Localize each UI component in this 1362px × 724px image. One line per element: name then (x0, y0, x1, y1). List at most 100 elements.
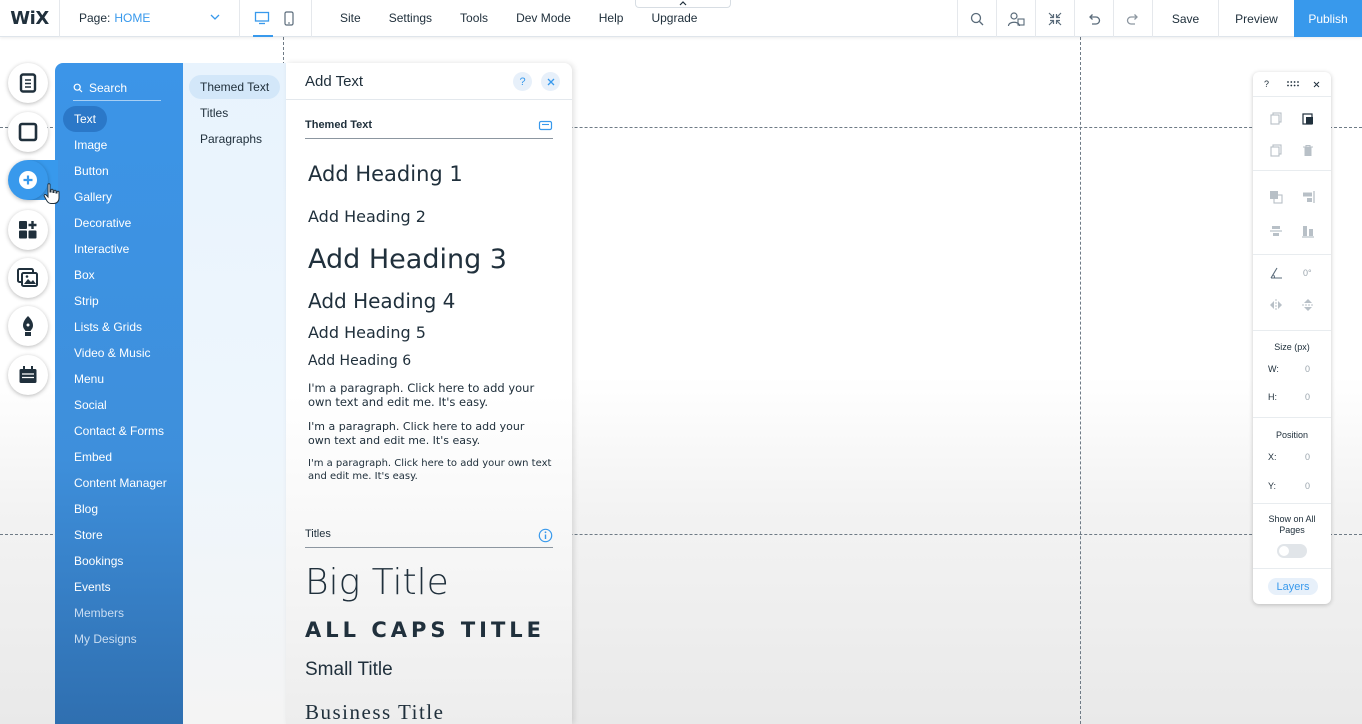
category-contact-forms[interactable]: Contact & Forms (63, 418, 178, 444)
menu-tools[interactable]: Tools (446, 0, 502, 37)
redo-icon[interactable] (1113, 0, 1152, 37)
category-embed[interactable]: Embed (63, 444, 178, 470)
theme-settings-icon[interactable] (538, 118, 553, 133)
media-button[interactable] (8, 258, 48, 298)
category-box[interactable]: Box (63, 262, 178, 288)
wix-logo[interactable]: WiX (0, 0, 60, 37)
small-title-preset[interactable]: Small Title (305, 659, 393, 681)
category-text[interactable]: Text (63, 106, 108, 132)
collaborators-icon[interactable] (996, 0, 1035, 37)
heading-4-preset[interactable]: Add Heading 4 (308, 289, 455, 313)
layers-button[interactable]: Layers (1268, 578, 1318, 595)
desktop-icon[interactable] (253, 9, 271, 27)
subcategory-themed-text[interactable]: Themed Text (189, 75, 281, 99)
apps-button[interactable] (8, 210, 48, 250)
pages-button[interactable] (8, 63, 48, 103)
rotation-value[interactable]: 0° (1303, 268, 1312, 278)
themed-text-label: Themed Text (305, 119, 373, 131)
arrange-icon[interactable] (1268, 189, 1284, 205)
save-button[interactable]: Save (1152, 0, 1218, 37)
preview-button[interactable]: Preview (1218, 0, 1294, 37)
mobile-icon[interactable] (280, 9, 298, 27)
background-icon (18, 122, 38, 142)
background-button[interactable] (8, 112, 48, 152)
height-value[interactable]: 0 (1305, 392, 1310, 402)
add-search[interactable]: Search (73, 75, 161, 101)
info-icon[interactable] (538, 528, 553, 543)
category-strip[interactable]: Strip (63, 288, 178, 314)
category-interactive[interactable]: Interactive (63, 236, 178, 262)
width-value[interactable]: 0 (1305, 364, 1310, 374)
x-value[interactable]: 0 (1305, 452, 1310, 462)
add-button[interactable] (8, 160, 48, 200)
pen-button[interactable] (8, 306, 48, 346)
category-content-manager[interactable]: Content Manager (63, 470, 178, 496)
category-bookings[interactable]: Bookings (63, 548, 178, 574)
heading-3-preset[interactable]: Add Heading 3 (308, 244, 507, 275)
category-store[interactable]: Store (63, 522, 178, 548)
align-icon[interactable] (1300, 189, 1316, 205)
menu-dev-mode[interactable]: Dev Mode (502, 0, 585, 37)
delete-icon[interactable] (1300, 142, 1316, 158)
y-value[interactable]: 0 (1305, 481, 1310, 491)
menu-help[interactable]: Help (585, 0, 638, 37)
menu-site[interactable]: Site (312, 0, 375, 37)
search-icon[interactable] (957, 0, 996, 37)
business-title-preset[interactable]: Business Title (305, 700, 444, 724)
category-video-music[interactable]: Video & Music (63, 340, 178, 366)
match-size-icon[interactable] (1300, 223, 1316, 239)
help-button[interactable]: ? (513, 72, 532, 91)
page-selector[interactable]: Page: HOME (60, 0, 240, 37)
pages-icon (19, 73, 37, 93)
inspector-divider (1253, 503, 1331, 504)
category-button[interactable]: Button (63, 158, 178, 184)
top-bar: WiX Page: HOME Site Settings Tools Dev M… (0, 0, 1362, 37)
paragraph-1-preset[interactable]: I'm a paragraph. Click here to add your … (308, 381, 558, 410)
x-label: X: (1268, 452, 1277, 462)
category-social[interactable]: Social (63, 392, 178, 418)
distribute-icon[interactable] (1268, 223, 1284, 239)
subcategory-titles[interactable]: Titles (189, 101, 239, 125)
copy-icon[interactable] (1268, 110, 1284, 126)
rotate-icon[interactable] (1268, 265, 1284, 281)
heading-5-preset[interactable]: Add Heading 5 (308, 323, 426, 342)
collapse-topbar-tab[interactable] (635, 0, 731, 8)
all-caps-title-preset[interactable]: ALL CAPS TITLE (305, 618, 545, 642)
category-members[interactable]: Members (63, 600, 178, 626)
page-label: Page: (79, 11, 111, 25)
category-image[interactable]: Image (63, 132, 178, 158)
heading-2-preset[interactable]: Add Heading 2 (308, 207, 426, 226)
business-button[interactable] (8, 355, 48, 395)
show-on-all-pages-toggle[interactable] (1277, 544, 1307, 558)
category-my-designs[interactable]: My Designs (63, 626, 178, 652)
category-menu[interactable]: Menu (63, 366, 178, 392)
panel-header: Add Text ? (286, 63, 572, 100)
big-title-preset[interactable]: Big Title (305, 562, 449, 603)
zoom-out-icon[interactable] (1035, 0, 1074, 37)
paragraph-2-preset[interactable]: I'm a paragraph. Click here to add your … (308, 420, 548, 448)
paste-icon[interactable] (1300, 110, 1316, 126)
close-icon (547, 78, 554, 85)
heading-6-preset[interactable]: Add Heading 6 (308, 353, 411, 369)
close-button[interactable] (541, 72, 560, 91)
hand-cursor-icon (43, 183, 60, 204)
flip-horizontal-icon[interactable] (1268, 297, 1284, 313)
heading-1-preset[interactable]: Add Heading 1 (308, 162, 463, 186)
duplicate-icon[interactable] (1268, 142, 1284, 158)
close-icon[interactable] (1313, 81, 1320, 88)
canvas-guide-right (1080, 37, 1081, 724)
paragraph-3-preset[interactable]: I'm a paragraph. Click here to add your … (308, 458, 558, 483)
inspector-divider (1253, 417, 1331, 418)
category-blog[interactable]: Blog (63, 496, 178, 522)
subcategory-paragraphs[interactable]: Paragraphs (189, 127, 273, 151)
category-decorative[interactable]: Decorative (63, 210, 178, 236)
flip-vertical-icon[interactable] (1300, 297, 1316, 313)
drag-handle-icon[interactable] (1287, 81, 1299, 87)
publish-button[interactable]: Publish (1294, 0, 1362, 37)
category-lists-grids[interactable]: Lists & Grids (63, 314, 178, 340)
inspector-help[interactable]: ? (1264, 79, 1269, 89)
category-gallery[interactable]: Gallery (63, 184, 178, 210)
category-events[interactable]: Events (63, 574, 178, 600)
undo-icon[interactable] (1074, 0, 1113, 37)
menu-settings[interactable]: Settings (375, 0, 446, 37)
